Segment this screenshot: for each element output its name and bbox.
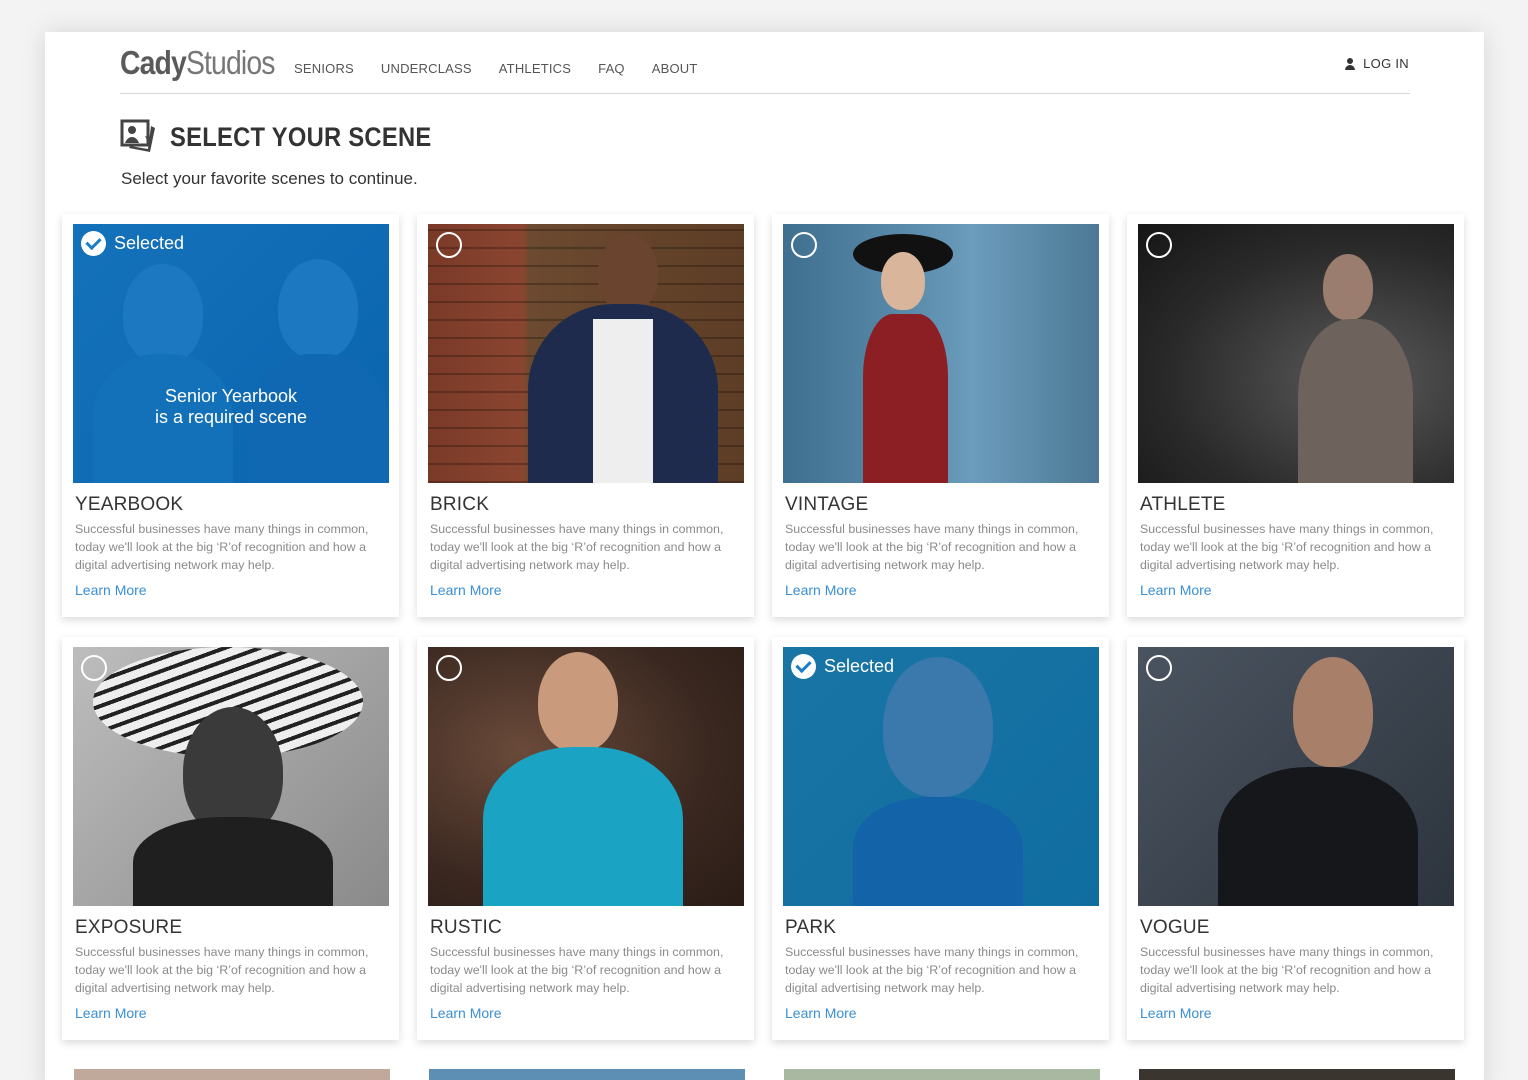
selected-indicator[interactable]: Selected: [81, 231, 184, 256]
nav-about[interactable]: ABOUT: [652, 61, 698, 76]
select-radio[interactable]: [1146, 655, 1172, 681]
scene-card-peek[interactable]: [74, 1069, 390, 1080]
select-radio[interactable]: [436, 655, 462, 681]
scene-title: YEARBOOK: [75, 494, 184, 515]
page-title: SELECT YOUR SCENE: [170, 121, 432, 152]
nav-faq[interactable]: FAQ: [598, 61, 625, 76]
scene-description: Successful businesses have many things i…: [75, 522, 369, 572]
learn-more-link[interactable]: Learn More: [75, 582, 147, 598]
scene-photo: Selected: [73, 647, 389, 906]
learn-more-link[interactable]: Learn More: [1140, 1005, 1212, 1021]
main-nav: SENIORS UNDERCLASS ATHLETICS FAQ ABOUT: [294, 61, 698, 76]
scene-description: Successful businesses have many things i…: [75, 945, 369, 995]
scene-card-vogue[interactable]: Selected VOGUE Successful businesses hav…: [1127, 637, 1464, 1040]
scene-photo: Selected: [783, 224, 1099, 483]
scene-title: ATHLETE: [1140, 494, 1226, 515]
select-radio[interactable]: [1146, 232, 1172, 258]
scene-card-athlete[interactable]: Selected ATHLETE Successful businesses h…: [1127, 214, 1464, 617]
scene-card-rustic[interactable]: Selected RUSTIC Successful businesses ha…: [417, 637, 754, 1040]
scene-title: PARK: [785, 917, 837, 938]
scene-description: Successful businesses have many things i…: [785, 945, 1079, 995]
learn-more-link[interactable]: Learn More: [785, 1005, 857, 1021]
page-title-row: SELECT YOUR SCENE: [120, 118, 467, 156]
scene-card-park[interactable]: Selected PARK Successful businesses have…: [772, 637, 1109, 1040]
site-header: CadyStudios SENIORS UNDERCLASS ATHLETICS…: [120, 32, 1410, 94]
learn-more-link[interactable]: Learn More: [75, 1005, 147, 1021]
scene-title: EXPOSURE: [75, 917, 183, 938]
page-frame: CadyStudios SENIORS UNDERCLASS ATHLETICS…: [45, 32, 1484, 1080]
select-radio[interactable]: [791, 232, 817, 258]
selected-label: Selected: [824, 656, 895, 676]
required-note: Senior Yearbook is a required scene: [73, 386, 389, 428]
scene-photo: Selected Senior Yearbook is a required s…: [73, 224, 389, 483]
selected-label: Selected: [114, 233, 185, 253]
scene-title: RUSTIC: [430, 917, 502, 938]
scene-card-peek[interactable]: [1139, 1069, 1455, 1080]
select-radio[interactable]: [81, 655, 107, 681]
scene-description: Successful businesses have many things i…: [430, 522, 724, 572]
scene-description: Successful businesses have many things i…: [430, 945, 724, 995]
scene-card-peek[interactable]: [784, 1069, 1100, 1080]
user-icon: [1344, 57, 1356, 70]
brand-logo[interactable]: CadyStudios: [120, 44, 275, 82]
scene-title: VOGUE: [1140, 917, 1210, 938]
scene-title: VINTAGE: [785, 494, 869, 515]
check-circle-icon: [81, 231, 106, 256]
learn-more-link[interactable]: Learn More: [1140, 582, 1212, 598]
login-label: LOG IN: [1363, 56, 1409, 71]
scene-photo: Selected: [428, 224, 744, 483]
required-line-1: Senior Yearbook: [164, 386, 298, 406]
select-radio[interactable]: [436, 232, 462, 258]
scene-card-vintage[interactable]: Selected VINTAGE Successful businesses h…: [772, 214, 1109, 617]
brand-name-bold: Cady: [120, 44, 187, 81]
scene-description: Successful businesses have many things i…: [1140, 945, 1434, 995]
scene-card-exposure[interactable]: Selected EXPOSURE Successful businesses …: [62, 637, 399, 1040]
scene-card-yearbook[interactable]: Selected Senior Yearbook is a required s…: [62, 214, 399, 617]
brand-name-light: Studios: [185, 44, 276, 81]
scene-card-peek[interactable]: [429, 1069, 745, 1080]
scene-title: BRICK: [430, 494, 490, 515]
scene-photo: Selected: [783, 647, 1099, 906]
login-button[interactable]: LOG IN: [1344, 56, 1409, 71]
scene-photo: Selected: [1138, 647, 1454, 906]
photos-icon: [120, 119, 155, 152]
required-line-2: is a required scene: [154, 407, 308, 427]
nav-underclass[interactable]: UNDERCLASS: [381, 61, 472, 76]
scene-description: Successful businesses have many things i…: [1140, 522, 1434, 572]
learn-more-link[interactable]: Learn More: [430, 582, 502, 598]
page-subtitle: Select your favorite scenes to continue.: [121, 169, 418, 188]
selected-indicator[interactable]: Selected: [791, 654, 894, 679]
scene-card-brick[interactable]: Selected BRICK Successful businesses hav…: [417, 214, 754, 617]
learn-more-link[interactable]: Learn More: [430, 1005, 502, 1021]
learn-more-link[interactable]: Learn More: [785, 582, 857, 598]
scene-description: Successful businesses have many things i…: [785, 522, 1079, 572]
check-circle-icon: [791, 654, 816, 679]
nav-seniors[interactable]: SENIORS: [294, 61, 354, 76]
scene-photo: Selected: [428, 647, 744, 906]
scene-photo: Selected: [1138, 224, 1454, 483]
nav-athletics[interactable]: ATHLETICS: [499, 61, 571, 76]
